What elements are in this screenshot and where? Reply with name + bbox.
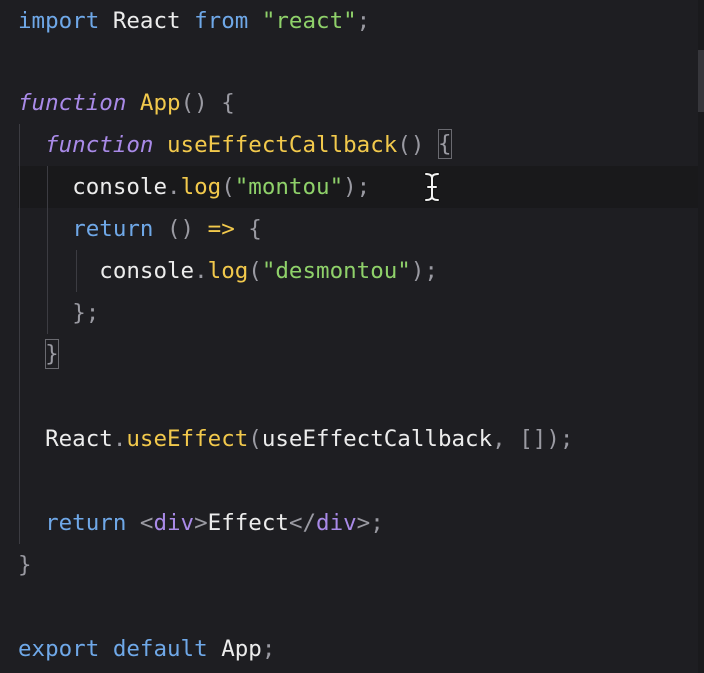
jsx-tag-div: div (153, 510, 195, 536)
string-desmontou: "desmontou" (261, 258, 411, 284)
vertical-scrollbar[interactable] (698, 0, 704, 673)
code-line-4: function useEffectCallback() { (18, 124, 452, 166)
close-paren-semicolon: ); (343, 174, 371, 200)
identifier-react: React (45, 426, 113, 452)
function-name-app: App (139, 90, 181, 116)
string-react: "react" (261, 8, 357, 34)
empty-array: [] (519, 426, 547, 452)
function-name-useeffectcallback: useEffectCallback (167, 132, 398, 158)
code-line-5: console.log("montou"); (18, 166, 370, 208)
keyword-from: from (194, 8, 249, 34)
keyword-function: function (45, 132, 154, 158)
code-line-6: return () => { (18, 208, 262, 250)
open-paren: ( (221, 174, 235, 200)
close-brace-semicolon: }; (72, 300, 100, 326)
semicolon: ; (356, 8, 371, 34)
code-editor[interactable]: import React from "react"; function App(… (0, 0, 704, 673)
keyword-default: default (112, 636, 208, 662)
identifier-app: App (221, 636, 262, 662)
code-line-14: } (18, 544, 32, 586)
code-line-11: React.useEffect(useEffectCallback, []); (18, 418, 573, 460)
parens: () (180, 90, 208, 116)
jsx-open-bracket: < (139, 510, 154, 536)
keyword-export: export (18, 636, 100, 662)
comma: , (492, 426, 506, 452)
open-brace: { (248, 216, 262, 242)
semicolon: ; (370, 510, 384, 536)
matched-open-brace: { (437, 129, 452, 159)
close-paren-semicolon: ); (546, 426, 574, 452)
arrow-operator: => (207, 216, 235, 242)
parens: () (167, 216, 195, 242)
method-log: log (180, 174, 222, 200)
code-line-16: export default App; (18, 628, 275, 670)
string-montou: "montou" (234, 174, 344, 200)
open-brace: { (221, 90, 235, 116)
dot: . (112, 426, 127, 452)
jsx-closing-open-bracket: </ (288, 510, 317, 536)
text-cursor-icon (424, 172, 440, 202)
code-line-13: return <div>Effect</div>; (18, 502, 384, 544)
identifier-console: console (72, 174, 168, 200)
open-paren: ( (248, 258, 262, 284)
close-paren-semicolon: ); (410, 258, 438, 284)
keyword-function: function (18, 90, 127, 116)
jsx-close-bracket: > (356, 510, 371, 536)
code-line-8: }; (18, 292, 99, 334)
code-line-9: } (18, 334, 59, 376)
argument-useeffectcallback: useEffectCallback (261, 426, 493, 452)
jsx-tag-div: div (316, 510, 357, 536)
method-useeffect: useEffect (126, 426, 249, 452)
close-brace: } (18, 552, 32, 578)
scrollbar-thumb[interactable] (698, 50, 704, 112)
keyword-import: import (18, 8, 100, 34)
code-line-1: import React from "react"; (18, 0, 370, 42)
code-line-7: console.log("desmontou"); (18, 250, 438, 292)
semicolon: ; (261, 636, 276, 662)
jsx-text-effect: Effect (207, 510, 289, 536)
identifier-react: React (112, 8, 181, 34)
open-paren: ( (248, 426, 262, 452)
dot: . (194, 258, 208, 284)
keyword-return: return (72, 216, 154, 242)
parens: () (397, 132, 425, 158)
identifier-console: console (99, 258, 195, 284)
jsx-close-bracket: > (194, 510, 208, 536)
matched-close-brace: } (45, 339, 59, 369)
dot: . (167, 174, 181, 200)
method-log: log (207, 258, 249, 284)
keyword-return: return (45, 510, 127, 536)
code-line-3: function App() { (18, 82, 235, 124)
